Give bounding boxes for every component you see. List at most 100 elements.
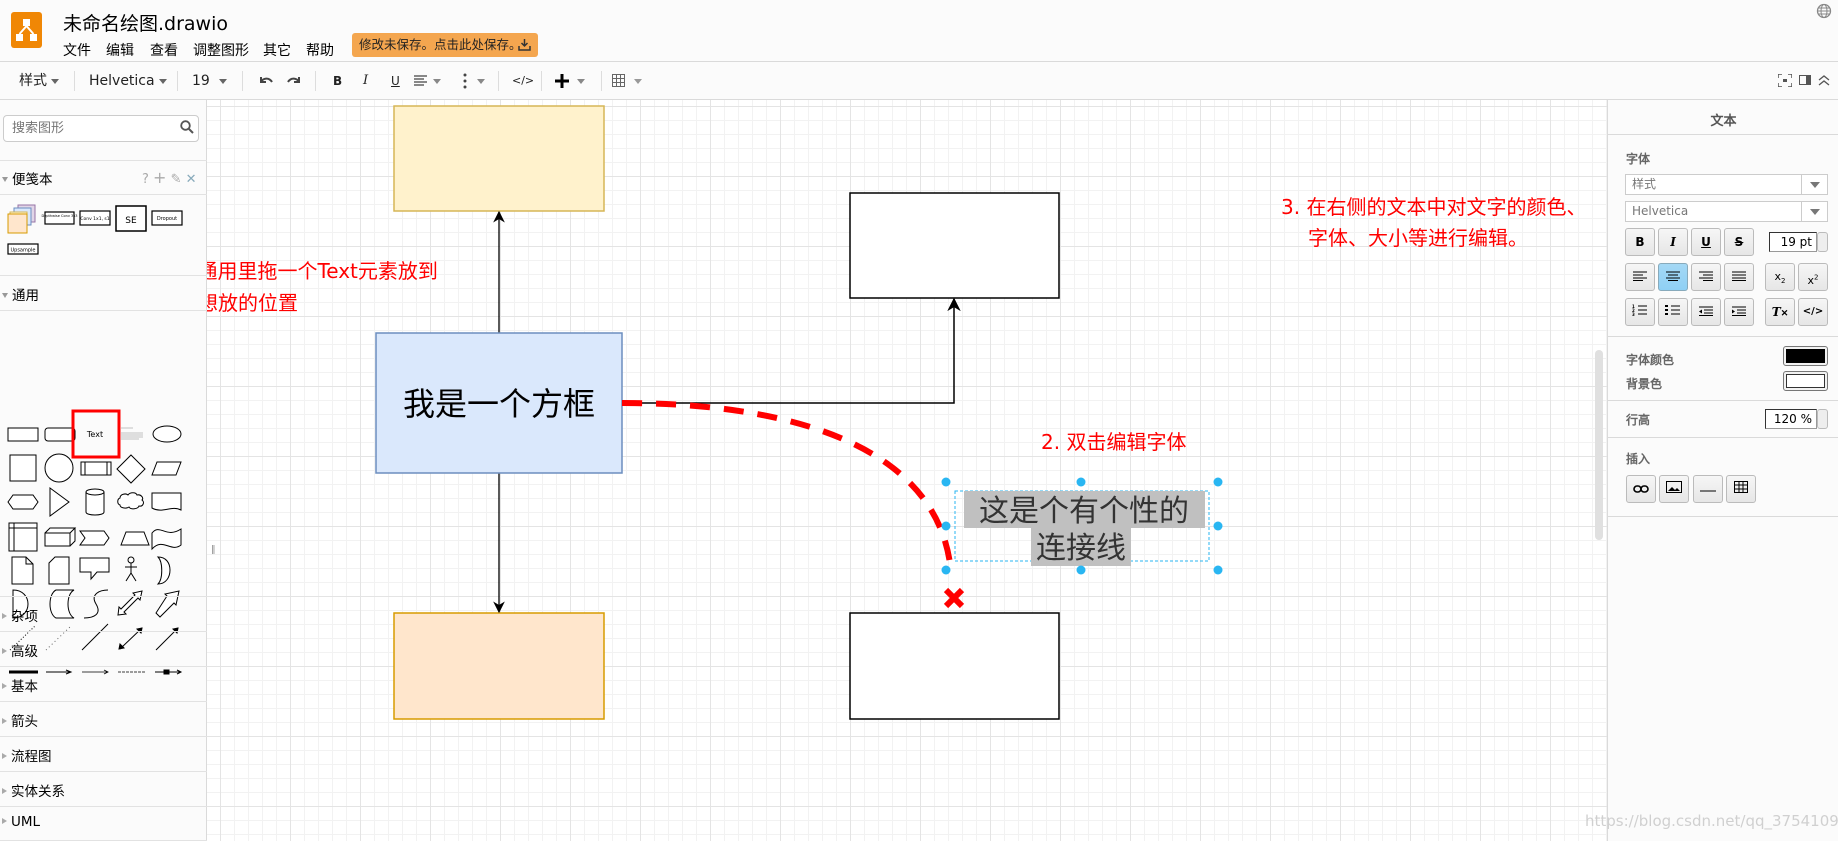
justify-button[interactable]: [1724, 263, 1754, 291]
connector-label-shape[interactable]: [82, 669, 109, 675]
cube-shape[interactable]: [44, 527, 77, 547]
connector-shape[interactable]: [46, 669, 73, 675]
font-size-spinner[interactable]: [1817, 232, 1828, 252]
fullscreen-icon[interactable]: [1778, 74, 1792, 87]
panel-tab-text[interactable]: 文本: [1608, 110, 1838, 129]
scratchpad-item[interactable]: Upsample: [7, 243, 39, 255]
italic-button[interactable]: I: [1658, 228, 1688, 256]
sidebar-section-flowchart[interactable]: 流程图: [0, 745, 52, 765]
language-globe-icon[interactable]: [1816, 3, 1832, 19]
dotted-line-shape-2[interactable]: [45, 625, 72, 651]
insert-link-button[interactable]: [1626, 475, 1656, 503]
insert-image-button[interactable]: [1659, 475, 1689, 503]
menu-file[interactable]: 文件: [63, 40, 91, 60]
menu-arrange[interactable]: 调整图形: [193, 40, 249, 60]
unsaved-changes-button[interactable]: 修改未保存。点击此处保存。: [352, 33, 538, 57]
underline-button[interactable]: U: [1691, 228, 1721, 256]
connector-with-symbol-shape[interactable]: [155, 669, 183, 675]
style-select[interactable]: 样式: [1625, 174, 1828, 195]
general-section-header[interactable]: 通用: [0, 284, 39, 304]
cylinder-shape[interactable]: [85, 488, 105, 516]
align-center-button[interactable]: [1658, 263, 1688, 291]
line-height-input[interactable]: 120 %: [1765, 409, 1817, 429]
sidebar-resize-handle[interactable]: ‖: [211, 545, 216, 555]
circle-shape[interactable]: [44, 453, 74, 483]
align-right-button[interactable]: [1691, 263, 1721, 291]
sidebar-section-advanced[interactable]: 高级: [0, 640, 38, 660]
red-dashed-curved-edge[interactable]: [621, 400, 954, 573]
stored-data-shape[interactable]: [49, 589, 75, 619]
sidebar-section-entity-relation[interactable]: 实体关系: [0, 780, 65, 800]
line-shape[interactable]: [81, 623, 109, 651]
menu-view[interactable]: 查看: [150, 40, 178, 60]
edge-label-line1[interactable]: 这是个有个性的: [979, 494, 1189, 529]
format-panel-toggle-icon[interactable]: [1799, 75, 1811, 85]
close-icon[interactable]: ✕: [186, 172, 197, 187]
resize-handle[interactable]: [941, 521, 951, 531]
insert-plus-icon[interactable]: [555, 73, 589, 89]
scratchpad-item[interactable]: Depthwise Conv 3x3: [41, 211, 78, 225]
align-left-button[interactable]: [1625, 263, 1655, 291]
diamond-shape[interactable]: [116, 454, 146, 484]
step-shape[interactable]: [79, 530, 110, 546]
bidirectional-arrow-shape[interactable]: [117, 590, 143, 616]
sidebar-section-arrows[interactable]: 箭头: [0, 710, 38, 730]
align-dropdown-icon[interactable]: [414, 75, 448, 87]
underline-button[interactable]: U: [391, 62, 400, 100]
font-size-dropdown[interactable]: 19: [192, 62, 227, 100]
rectangle-shape[interactable]: [7, 427, 39, 442]
menu-edit[interactable]: 编辑: [106, 40, 134, 60]
strikethrough-button[interactable]: S: [1724, 228, 1754, 256]
font-family-dropdown[interactable]: Helvetica: [89, 62, 168, 100]
scratchpad-header[interactable]: 便笺本: [0, 168, 53, 188]
resize-handle[interactable]: [1213, 477, 1223, 487]
collapse-chevron-up-icon[interactable]: [1818, 74, 1830, 86]
parallelogram-shape[interactable]: [151, 461, 182, 476]
resize-handle[interactable]: [1213, 565, 1223, 575]
outdent-button[interactable]: [1691, 298, 1721, 326]
diagram-canvas[interactable]: 我是一个方框 这是个有个性的 连接线 1. 在通用里拖一个Text元素放到 你想…: [207, 100, 1607, 841]
numbered-list-button[interactable]: 123: [1625, 298, 1655, 326]
search-icon[interactable]: [180, 120, 194, 134]
hexagon-shape[interactable]: [7, 494, 39, 510]
rounded-rectangle-shape[interactable]: [44, 427, 76, 442]
scratchpad-stack-item[interactable]: [7, 204, 36, 234]
add-icon[interactable]: +: [153, 168, 166, 187]
document-shape[interactable]: [151, 492, 182, 511]
yellow-rectangle[interactable]: [393, 105, 605, 212]
bottom-right-rectangle[interactable]: [849, 612, 1060, 720]
insert-horizontal-rule-button[interactable]: [1693, 475, 1723, 503]
style-dropdown[interactable]: 样式: [19, 62, 60, 100]
canvas-vertical-scrollbar[interactable]: [1595, 350, 1603, 540]
resize-handle[interactable]: [941, 477, 951, 487]
trapezoid-shape[interactable]: [120, 531, 150, 546]
help-icon[interactable]: ?: [142, 172, 149, 187]
sidebar-section-misc[interactable]: 杂项: [0, 605, 38, 625]
superscript-button[interactable]: x2: [1798, 263, 1828, 291]
document-title[interactable]: 未命名绘图.drawio: [63, 9, 228, 36]
background-color-swatch[interactable]: [1783, 371, 1828, 391]
bold-button[interactable]: B: [333, 62, 342, 100]
sidebar-section-uml[interactable]: UML: [0, 814, 40, 830]
edge-label-line2[interactable]: 连接线: [1036, 531, 1126, 566]
scratchpad-item[interactable]: SE: [115, 205, 147, 232]
scratchpad-item[interactable]: Dropout: [151, 210, 183, 226]
edge-right-arrow[interactable]: [622, 297, 961, 404]
font-color-swatch[interactable]: [1783, 346, 1828, 366]
menu-help[interactable]: 帮助: [306, 40, 334, 60]
html-edit-button[interactable]: </>: [1798, 298, 1828, 326]
scratchpad-item[interactable]: Conv 1x1, s1: [79, 210, 111, 226]
sidebar-section-basic[interactable]: 基本: [0, 675, 38, 695]
triangle-shape[interactable]: [49, 487, 70, 517]
menu-extras[interactable]: 其它: [263, 40, 291, 60]
curve-shape[interactable]: [83, 589, 109, 619]
top-right-rectangle[interactable]: [849, 192, 1060, 299]
line-height-spinner[interactable]: [1817, 409, 1828, 429]
arrow-shape[interactable]: [155, 590, 180, 618]
process-shape[interactable]: [80, 461, 112, 476]
internal-storage-shape[interactable]: [8, 522, 38, 552]
vertical-align-dropdown-icon[interactable]: [462, 73, 490, 89]
resize-handle[interactable]: [1076, 477, 1086, 487]
html-code-button[interactable]: </>: [512, 62, 534, 100]
font-family-select[interactable]: Helvetica: [1625, 201, 1828, 222]
